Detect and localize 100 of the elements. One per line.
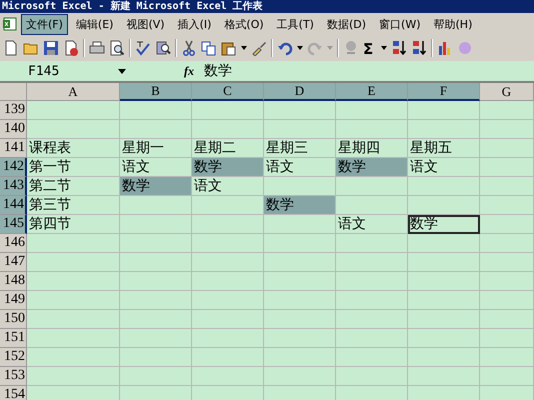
sort-descending-icon[interactable] (411, 40, 427, 56)
menu-item[interactable]: 工具(T) (272, 14, 319, 34)
dropdown-arrow-icon[interactable] (241, 46, 247, 50)
row-header[interactable]: 145 (0, 215, 27, 234)
menu-item[interactable]: 插入(I) (172, 14, 216, 34)
undo-icon[interactable] (277, 40, 293, 56)
column-header[interactable]: B (120, 83, 192, 101)
scissors-icon[interactable] (181, 40, 197, 56)
row-header[interactable]: 140 (0, 120, 27, 139)
save-icon[interactable] (43, 40, 59, 56)
column-header[interactable]: D (264, 83, 336, 101)
table-cell (480, 253, 534, 272)
dropdown-arrow-icon[interactable] (297, 46, 303, 50)
spreadsheet-icon[interactable] (2, 16, 18, 32)
table-cell (264, 367, 336, 386)
column-header[interactable]: E (336, 83, 408, 101)
table-cell (192, 101, 264, 120)
table-cell (192, 234, 264, 253)
table-cell (264, 329, 336, 348)
menu-item[interactable]: 编辑(E) (70, 14, 118, 34)
row-header[interactable]: 154 (0, 386, 27, 400)
row-header[interactable]: 152 (0, 348, 27, 367)
table-cell: 课程表 (27, 139, 120, 158)
table-cell (264, 348, 336, 367)
table-cell: 语文 (336, 215, 408, 234)
table-cell: 第一节 (27, 158, 120, 177)
table-cell: 语文 (408, 158, 480, 177)
spelling-check-icon[interactable] (135, 40, 151, 56)
row-header[interactable]: 150 (0, 310, 27, 329)
paintbrush-icon[interactable] (251, 40, 267, 56)
dropdown-arrow-icon[interactable] (381, 46, 387, 50)
autosum-button[interactable]: Σ (363, 40, 377, 56)
table-cell: 星期一 (120, 139, 192, 158)
menu-item[interactable]: 数据(D) (322, 14, 372, 34)
row-header[interactable]: 139 (0, 101, 27, 120)
menu-item[interactable]: 窗口(W) (374, 14, 426, 34)
table-cell (120, 348, 192, 367)
clipboard-icon[interactable] (221, 40, 237, 56)
table-cell (264, 291, 336, 310)
table-cell (336, 272, 408, 291)
table-cell (120, 329, 192, 348)
row-header[interactable]: 148 (0, 272, 27, 291)
table-cell (480, 348, 534, 367)
menu-item[interactable]: 格式(O) (219, 14, 269, 34)
table-cell (408, 291, 480, 310)
menu-item[interactable]: 帮助(H) (428, 14, 478, 34)
table-cell (264, 253, 336, 272)
column-header[interactable]: G (480, 83, 534, 101)
table-cell (192, 310, 264, 329)
table-cell: 数学 (264, 196, 336, 215)
insert-function-button[interactable]: fx (184, 64, 204, 78)
table-cell (480, 329, 534, 348)
new-document-icon[interactable] (3, 40, 19, 56)
sort-ascending-icon[interactable] (391, 40, 407, 56)
table-cell (264, 101, 336, 120)
row-header[interactable]: 142 (0, 158, 27, 177)
name-box[interactable]: F145 (0, 64, 118, 78)
table-cell (408, 234, 480, 253)
table-cell (480, 367, 534, 386)
column-header[interactable]: F (408, 83, 480, 101)
dropdown-arrow-icon[interactable] (118, 68, 126, 74)
table-cell (408, 348, 480, 367)
table-cell (336, 310, 408, 329)
copy-icon[interactable] (201, 40, 217, 56)
table-cell (120, 291, 192, 310)
row-header[interactable]: 141 (0, 139, 27, 158)
table-cell (336, 234, 408, 253)
table-cell (264, 272, 336, 291)
row-header[interactable]: 151 (0, 329, 27, 348)
table-cell (408, 120, 480, 139)
table-cell (264, 310, 336, 329)
table-cell (120, 101, 192, 120)
column-header[interactable]: A (27, 83, 120, 101)
table-cell: 语文 (192, 177, 264, 196)
table-cell (408, 272, 480, 291)
formula-input-field[interactable]: 数学 (204, 62, 232, 80)
table-cell (192, 120, 264, 139)
row-header[interactable]: 147 (0, 253, 27, 272)
table-cell (480, 120, 534, 139)
menu-item[interactable]: 文件(F) (21, 14, 68, 34)
print-preview-icon[interactable] (109, 40, 125, 56)
table-cell (336, 348, 408, 367)
column-header[interactable]: C (192, 83, 264, 101)
bar-chart-icon[interactable] (437, 40, 453, 56)
document-stop-icon[interactable] (63, 40, 79, 56)
row-header[interactable]: 144 (0, 196, 27, 215)
row-header[interactable]: 153 (0, 367, 27, 386)
table-cell (120, 253, 192, 272)
row-header[interactable]: 149 (0, 291, 27, 310)
table-cell (120, 310, 192, 329)
row-header[interactable]: 146 (0, 234, 27, 253)
table-cell (408, 101, 480, 120)
menu-item[interactable]: 视图(V) (121, 14, 170, 34)
printer-icon[interactable] (89, 40, 105, 56)
row-header[interactable]: 143 (0, 177, 27, 196)
research-icon[interactable] (155, 40, 171, 56)
table-cell: 数学 (408, 215, 480, 234)
table-cell (192, 329, 264, 348)
table-cell (480, 234, 534, 253)
table-cell (336, 367, 408, 386)
